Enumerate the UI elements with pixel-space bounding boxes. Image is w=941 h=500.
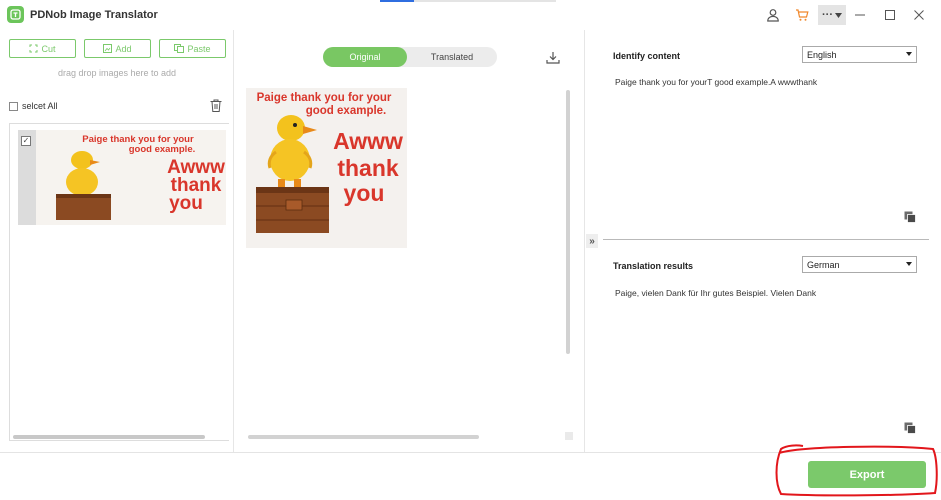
app-logo-icon (7, 6, 24, 23)
drag-drop-hint: drag drop images here to add (57, 68, 177, 78)
top-accent-track (414, 0, 556, 2)
copy-icon (904, 422, 916, 434)
tab-translated[interactable]: Translated (407, 47, 497, 67)
target-language-value: German (807, 259, 840, 270)
cut-button[interactable]: Cut (9, 39, 76, 58)
delete-button[interactable] (210, 99, 222, 112)
copy-icon (904, 211, 916, 223)
user-icon (767, 9, 779, 22)
thumbnail-list: ✓ Paige thank you for your good example.… (9, 123, 229, 441)
thumb-text-line2: good example. (129, 144, 196, 155)
more-menu-button[interactable]: ··· (818, 5, 846, 25)
list-item[interactable]: ✓ Paige thank you for your good example.… (18, 130, 226, 225)
checkbox-box (9, 101, 18, 111)
chevron-down-icon (906, 262, 912, 266)
preview-vertical-scrollbar[interactable] (566, 90, 570, 354)
cart-icon (796, 9, 809, 21)
preview-panel: Original Translated Paige thank you for … (235, 30, 585, 452)
identified-text[interactable]: Paige thank you for yourT good example.A… (615, 77, 817, 87)
crop-icon (29, 44, 38, 53)
preview-horizontal-scrollbar[interactable] (248, 435, 479, 439)
trash-icon (210, 99, 222, 112)
target-language-select[interactable]: German (802, 256, 917, 273)
source-language-value: English (807, 49, 837, 60)
section-divider (603, 239, 929, 240)
thumbnail-horizontal-scrollbar[interactable] (13, 435, 205, 439)
select-all-checkbox[interactable]: selcet All (9, 101, 58, 111)
close-icon (914, 10, 924, 20)
app-window: PDNob Image Translator ··· Cut Add Paste… (0, 0, 941, 500)
thumbnail-checkbox[interactable]: ✓ (21, 136, 31, 146)
preview-text-word3: you (344, 180, 385, 206)
app-title: PDNob Image Translator (30, 9, 158, 21)
paste-icon (174, 44, 185, 53)
preview-text-line1: Paige thank you for your (257, 92, 392, 104)
scrollbar-corner (565, 432, 573, 440)
copy-source-button[interactable] (904, 210, 916, 223)
cart-button[interactable] (793, 5, 811, 25)
preview-text-line2: good example. (306, 105, 387, 117)
tab-original[interactable]: Original (323, 47, 407, 67)
collapse-panel-button[interactable]: » (586, 234, 598, 248)
view-toggle: Original Translated (323, 47, 497, 67)
preview-text-word1: Awww (333, 128, 403, 154)
source-language-select[interactable]: English (802, 46, 917, 63)
paste-button[interactable]: Paste (159, 39, 226, 58)
top-accent-bar (380, 0, 414, 2)
download-icon (546, 52, 560, 64)
minimize-button[interactable] (850, 5, 870, 25)
select-all-label: selcet All (22, 101, 58, 111)
add-button[interactable]: Add (84, 39, 151, 58)
original-image-preview: Paige thank you for your good example. A… (246, 88, 407, 248)
thumb-text-word3: you (169, 193, 203, 214)
minimize-icon (855, 14, 865, 16)
image-list-panel: Cut Add Paste drag drop images here to a… (0, 30, 234, 452)
copy-translation-button[interactable] (904, 421, 916, 434)
translation-results-title: Translation results (613, 261, 694, 271)
chevron-down-icon (835, 12, 842, 18)
text-panel: » Identify content English Paige thank y… (586, 30, 941, 452)
close-button[interactable] (909, 5, 929, 25)
maximize-button[interactable] (880, 5, 900, 25)
red-annotation-circle (775, 444, 938, 497)
more-label: ··· (822, 9, 833, 21)
add-image-icon (103, 44, 113, 53)
maximize-icon (885, 10, 895, 20)
identify-content-title: Identify content (613, 51, 680, 61)
preview-text-word2: thank (337, 155, 399, 181)
cut-label: Cut (41, 43, 56, 54)
add-label: Add (115, 43, 132, 54)
chevron-down-icon (906, 52, 912, 56)
double-chevron-right-icon: » (589, 235, 595, 247)
title-bar: PDNob Image Translator ··· (0, 0, 941, 30)
user-account-button[interactable] (764, 5, 782, 25)
download-button[interactable] (546, 51, 560, 64)
thumbnail-image: Paige thank you for your good example. A… (36, 130, 226, 225)
translated-text[interactable]: Paige, vielen Dank für Ihr gutes Beispie… (615, 288, 816, 298)
paste-label: Paste (187, 43, 211, 54)
